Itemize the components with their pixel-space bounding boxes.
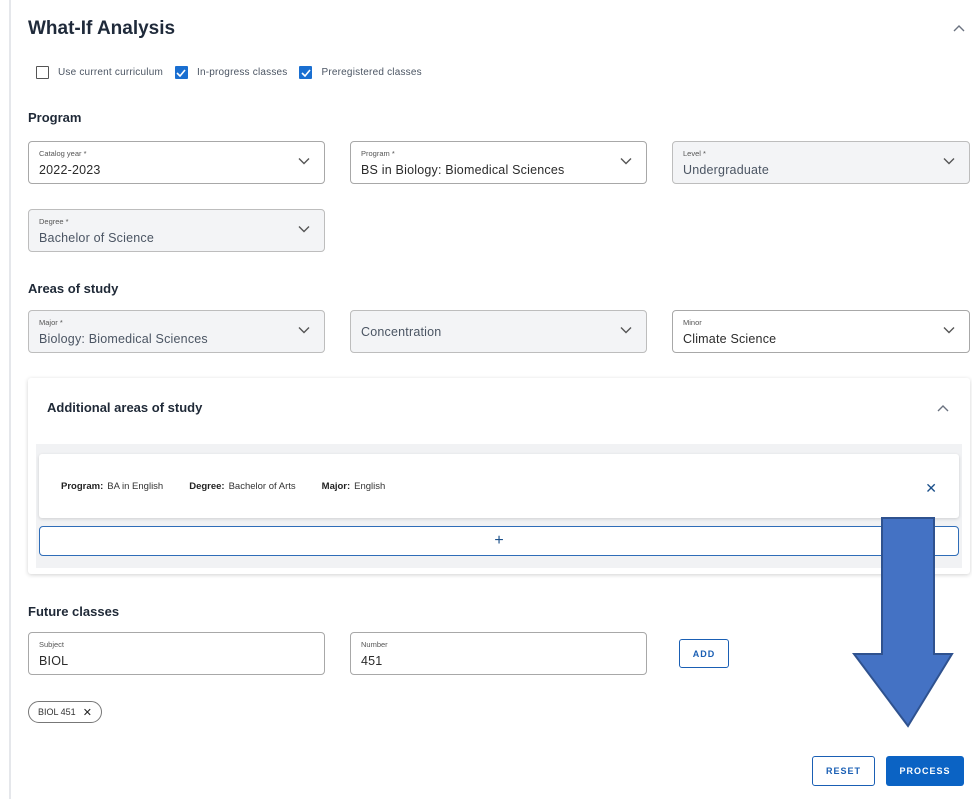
entry-program-label: Program: — [61, 481, 104, 492]
subject-value: BIOL — [39, 654, 69, 668]
concentration-placeholder: Concentration — [361, 325, 442, 339]
in-progress-classes-label: In-progress classes — [196, 67, 288, 78]
options-row: Use current curriculum In-progress class… — [36, 66, 434, 79]
add-additional-area-button[interactable]: + — [39, 526, 959, 556]
areas-section-title: Areas of study — [28, 281, 119, 296]
degree-value: Bachelor of Science — [39, 231, 154, 245]
preregistered-classes-checkbox[interactable] — [299, 66, 313, 79]
number-value: 451 — [361, 654, 383, 668]
collapse-what-if-button[interactable] — [952, 22, 966, 41]
chevron-down-icon — [298, 226, 310, 233]
process-button[interactable]: PROCESS — [886, 756, 964, 786]
number-label: Number — [361, 640, 388, 649]
entry-degree-value: Bachelor of Arts — [228, 481, 296, 492]
degree-select[interactable]: Degree * Bachelor of Science — [28, 209, 325, 252]
collapse-additional-areas-button[interactable] — [936, 402, 950, 421]
chevron-up-icon — [953, 25, 965, 32]
add-class-button[interactable]: ADD — [679, 639, 729, 668]
additional-areas-title: Additional areas of study — [47, 400, 203, 415]
catalog-year-select[interactable]: Catalog year * 2022-2023 — [28, 141, 325, 184]
catalog-year-value: 2022-2023 — [39, 163, 101, 177]
program-section-title: Program — [28, 110, 82, 125]
program-select[interactable]: Program * BS in Biology: Biomedical Scie… — [350, 141, 647, 184]
additional-areas-list: Program: BA in English Degree: Bachelor … — [36, 444, 962, 568]
remove-chip-icon[interactable]: ✕ — [83, 706, 92, 719]
program-value: BS in Biology: Biomedical Sciences — [361, 163, 565, 177]
left-divider — [9, 0, 11, 799]
major-select[interactable]: Major * Biology: Biomedical Sciences — [28, 310, 325, 353]
degree-label: Degree * — [39, 217, 69, 226]
chevron-down-icon — [943, 158, 955, 165]
down-arrow-annotation — [852, 517, 954, 728]
entry-program-value: BA in English — [107, 481, 164, 492]
chevron-down-icon — [298, 327, 310, 334]
subject-input[interactable]: Subject BIOL — [28, 632, 325, 675]
major-value: Biology: Biomedical Sciences — [39, 332, 208, 346]
future-classes-title: Future classes — [28, 604, 120, 619]
preregistered-classes-label: Preregistered classes — [321, 67, 422, 78]
in-progress-classes-checkbox[interactable] — [174, 66, 188, 79]
additional-area-card: Program: BA in English Degree: Bachelor … — [39, 454, 959, 518]
page-title: What-If Analysis — [28, 18, 176, 39]
minor-select[interactable]: Minor Climate Science — [672, 310, 970, 353]
minor-value: Climate Science — [683, 332, 777, 346]
class-chip-label: BIOL 451 — [38, 707, 76, 717]
chevron-down-icon — [620, 327, 632, 334]
entry-degree-label: Degree: — [189, 481, 225, 492]
entry-major-label: Major: — [321, 481, 351, 492]
entry-major-value: English — [354, 481, 386, 492]
minor-label: Minor — [683, 318, 702, 327]
level-value: Undergraduate — [683, 163, 769, 177]
chevron-down-icon — [620, 158, 632, 165]
checkmark-icon — [301, 68, 311, 77]
major-label: Major * — [39, 318, 63, 327]
remove-additional-area-button[interactable]: ✕ — [925, 480, 937, 497]
level-label: Level * — [683, 149, 706, 158]
catalog-year-label: Catalog year * — [39, 149, 87, 158]
concentration-select[interactable]: Concentration — [350, 310, 647, 353]
chevron-up-icon — [937, 405, 949, 412]
subject-label: Subject — [39, 640, 65, 649]
chevron-down-icon — [298, 158, 310, 165]
level-select[interactable]: Level * Undergraduate — [672, 141, 970, 184]
program-label: Program * — [361, 149, 395, 158]
class-chip: BIOL 451 ✕ — [28, 701, 102, 723]
reset-button[interactable]: RESET — [812, 756, 875, 786]
use-current-curriculum-label: Use current curriculum — [58, 67, 163, 78]
chevron-down-icon — [943, 327, 955, 334]
additional-areas-panel: Additional areas of study Program: BA in… — [28, 378, 970, 574]
number-input[interactable]: Number 451 — [350, 632, 647, 675]
plus-icon: + — [494, 532, 504, 549]
use-current-curriculum-checkbox[interactable] — [36, 66, 49, 79]
additional-area-summary: Program: BA in English Degree: Bachelor … — [61, 481, 385, 492]
checkmark-icon — [176, 68, 187, 77]
